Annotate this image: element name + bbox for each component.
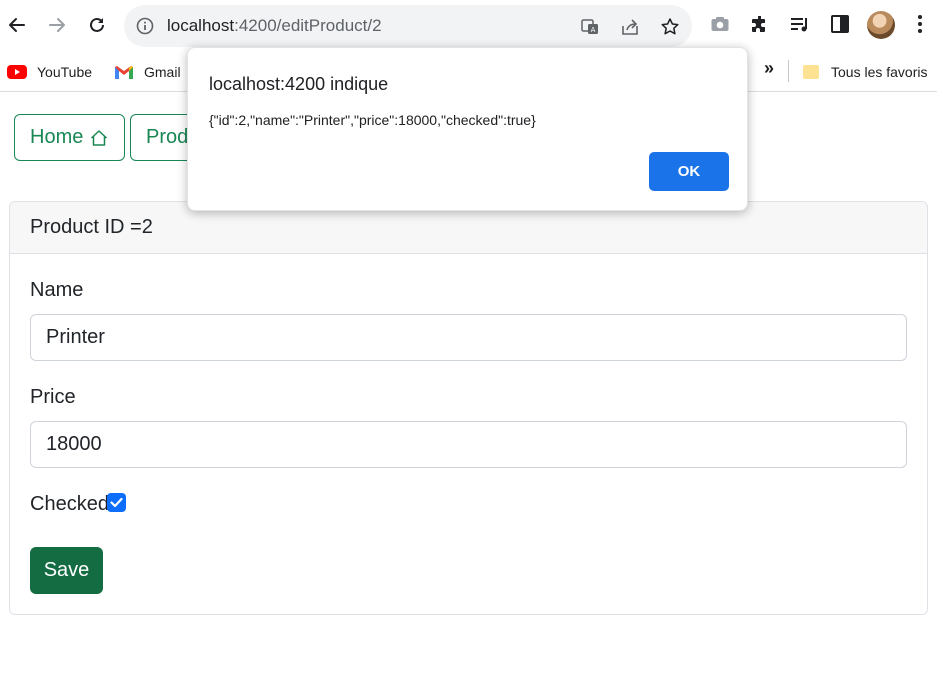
- url-text: localhost:4200/editProduct/2: [167, 16, 382, 36]
- bookmark-star-icon[interactable]: [659, 16, 681, 38]
- translate-icon[interactable]: A: [579, 16, 601, 38]
- checked-checkbox[interactable]: [107, 493, 126, 512]
- menu-kebab-icon[interactable]: [909, 13, 931, 35]
- products-label: Prod: [146, 126, 189, 148]
- dialog-ok-button[interactable]: OK: [649, 152, 729, 191]
- bookmark-label: YouTube: [37, 64, 93, 80]
- camera-icon[interactable]: [709, 13, 731, 35]
- media-queue-icon[interactable]: [789, 13, 811, 35]
- house-icon: [89, 128, 109, 148]
- reload-icon[interactable]: [84, 12, 110, 38]
- bookmarks-separator: [788, 60, 789, 82]
- address-bar[interactable]: localhost:4200/editProduct/2 A: [124, 5, 692, 47]
- youtube-icon: [7, 64, 27, 80]
- url-host: localhost: [167, 16, 235, 35]
- checked-label: Checked: [30, 493, 109, 515]
- checkmark-icon: [110, 497, 123, 508]
- forward-arrow-icon[interactable]: [44, 12, 70, 38]
- url-path: :4200/editProduct/2: [234, 16, 382, 35]
- name-label: Name: [30, 279, 84, 301]
- price-label: Price: [30, 386, 76, 408]
- save-button[interactable]: Save: [30, 547, 103, 594]
- alert-dialog: localhost:4200 indique {"id":2,"name":"P…: [187, 47, 748, 211]
- more-bookmarks-chevron[interactable]: »: [764, 58, 774, 79]
- side-panel-icon[interactable]: [829, 13, 851, 35]
- bookmark-gmail[interactable]: Gmail: [114, 61, 181, 83]
- bookmark-all-favorites[interactable]: Tous les favoris: [801, 61, 927, 83]
- back-arrow-icon[interactable]: [4, 12, 30, 38]
- name-input[interactable]: Printer: [30, 314, 907, 361]
- extensions-icon[interactable]: [749, 13, 771, 35]
- site-info-icon[interactable]: [136, 17, 154, 35]
- bookmark-label: Gmail: [144, 64, 181, 80]
- price-input[interactable]: 18000: [30, 421, 907, 468]
- browser-toolbar: localhost:4200/editProduct/2 A: [0, 0, 937, 52]
- profile-avatar[interactable]: [867, 11, 895, 39]
- dialog-title: localhost:4200 indique: [209, 74, 389, 94]
- dialog-message: {"id":2,"name":"Printer","price":18000,"…: [209, 112, 536, 128]
- bookmark-label: Tous les favoris: [831, 64, 928, 80]
- share-icon[interactable]: [619, 16, 641, 38]
- gmail-icon: [114, 64, 134, 80]
- folder-icon: [801, 64, 821, 80]
- home-label: Home: [30, 126, 84, 148]
- svg-text:A: A: [591, 26, 596, 34]
- bookmark-youtube[interactable]: YouTube: [7, 61, 92, 83]
- edit-product-card: Product ID =2 Name Printer Price 18000 C…: [9, 201, 928, 615]
- home-nav-button[interactable]: Home: [14, 114, 125, 161]
